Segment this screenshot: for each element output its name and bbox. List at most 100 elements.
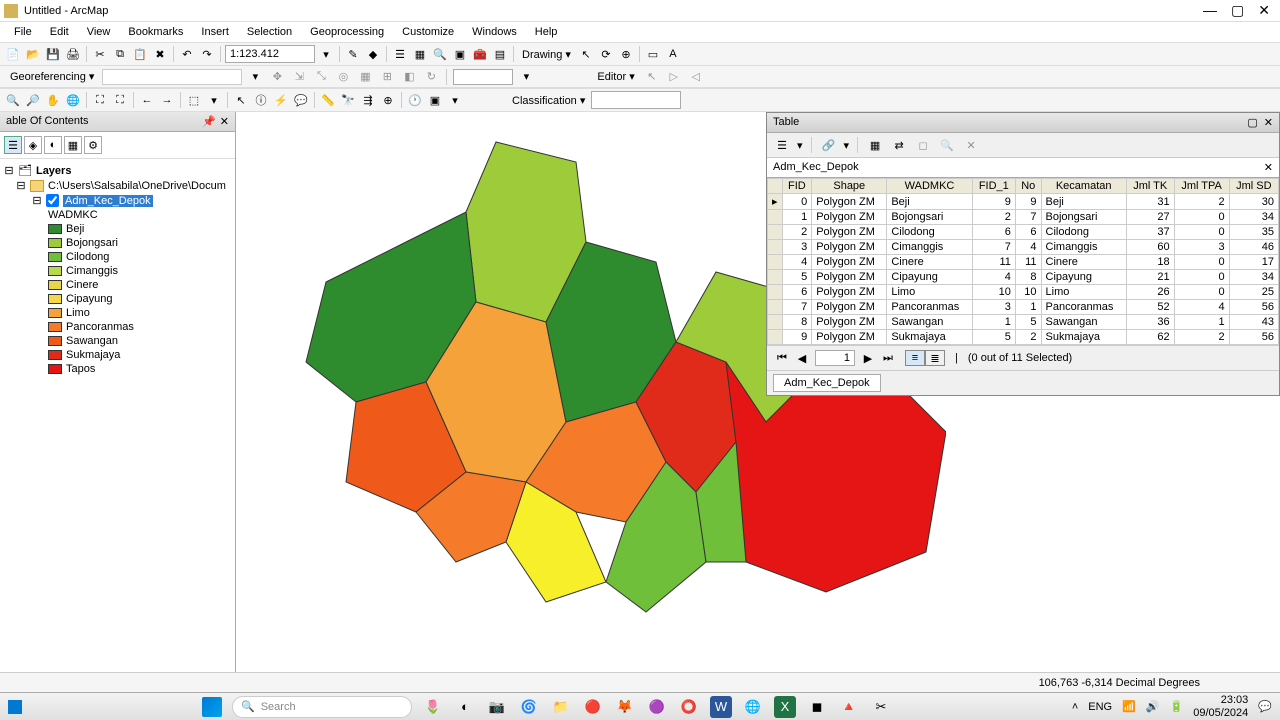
table-row[interactable]: 1Polygon ZMBojongsari27Bojongsari27034 — [768, 210, 1279, 225]
cell[interactable]: Cipayung — [887, 270, 972, 285]
cell[interactable]: Polygon ZM — [812, 270, 887, 285]
expand-icon[interactable]: ⊟ — [32, 194, 42, 207]
table-tab[interactable]: Adm_Kec_Depok — [773, 374, 881, 392]
cell[interactable]: Beji — [1041, 194, 1126, 210]
table-row[interactable]: 8Polygon ZMSawangan15Sawangan36143 — [768, 315, 1279, 330]
cell[interactable]: 9 — [1015, 194, 1041, 210]
table-row[interactable]: 4Polygon ZMCinere1111Cinere18017 — [768, 255, 1279, 270]
table-row[interactable]: 3Polygon ZMCimanggis74Cimanggis60346 — [768, 240, 1279, 255]
cell[interactable]: 31 — [1126, 194, 1174, 210]
cell[interactable]: 11 — [972, 255, 1015, 270]
task-explorer-icon[interactable]: 📁 — [550, 696, 572, 718]
column-header[interactable]: Kecamatan — [1041, 179, 1126, 194]
save-icon[interactable]: 💾 — [44, 45, 62, 63]
legend-item[interactable]: Sukmajaya — [4, 348, 231, 362]
legend-item[interactable]: Tapos — [4, 362, 231, 376]
toolbox-icon[interactable]: 🧰 — [471, 45, 489, 63]
expand-icon[interactable]: ⊟ — [4, 164, 14, 177]
cell[interactable]: 7 — [782, 300, 812, 315]
editor-toolbar-icon[interactable]: ✎ — [344, 45, 362, 63]
table-row[interactable]: 9Polygon ZMSukmajaya52Sukmajaya62256 — [768, 330, 1279, 345]
cell[interactable]: 10 — [1015, 285, 1041, 300]
drawing-menu[interactable]: Drawing ▾ — [518, 48, 575, 61]
row-selector[interactable] — [768, 270, 783, 285]
row-selector[interactable] — [768, 210, 783, 225]
viewer-icon[interactable]: ▣ — [426, 91, 444, 109]
cell[interactable]: Limo — [887, 285, 972, 300]
scale-dropdown-icon[interactable]: ▾ — [317, 45, 335, 63]
task-arcmap-icon[interactable]: 🌐 — [742, 696, 764, 718]
task-firefox-icon[interactable]: 🦊 — [614, 696, 636, 718]
cell[interactable]: 1 — [1015, 300, 1041, 315]
column-header[interactable]: Jml SD — [1229, 179, 1278, 194]
column-header[interactable]: Jml TK — [1126, 179, 1174, 194]
cut-icon[interactable]: ✂ — [91, 45, 109, 63]
cell[interactable]: 5 — [972, 330, 1015, 345]
toc-close-icon[interactable]: ✕ — [220, 115, 229, 128]
back-icon[interactable]: ← — [138, 91, 156, 109]
cell[interactable]: 6 — [782, 285, 812, 300]
rectangle-icon[interactable]: ▭ — [644, 45, 662, 63]
table-restore-icon[interactable]: ▢ — [1247, 116, 1257, 129]
new-icon[interactable]: 📄 — [4, 45, 22, 63]
cell[interactable]: Polygon ZM — [812, 240, 887, 255]
cell[interactable]: Sukmajaya — [1041, 330, 1126, 345]
cell[interactable]: Polygon ZM — [812, 210, 887, 225]
task-camera-icon[interactable]: 📷 — [486, 696, 508, 718]
cell[interactable]: 1 — [782, 210, 812, 225]
cell[interactable]: 4 — [1174, 300, 1229, 315]
cell[interactable]: Limo — [1041, 285, 1126, 300]
cell[interactable]: Cilodong — [887, 225, 972, 240]
row-selector[interactable] — [768, 285, 783, 300]
menu-customize[interactable]: Customize — [394, 24, 462, 40]
taskbar-search[interactable]: 🔍 Search — [232, 696, 412, 718]
cell[interactable]: 3 — [1174, 240, 1229, 255]
cell[interactable]: 27 — [1126, 210, 1174, 225]
legend-item[interactable]: Limo — [4, 306, 231, 320]
cell[interactable]: 30 — [1229, 194, 1278, 210]
classification-menu[interactable]: Classification ▾ — [508, 94, 589, 107]
legend-item[interactable]: Cilodong — [4, 250, 231, 264]
tray-chevron-icon[interactable]: ˄ — [1072, 701, 1078, 713]
cell[interactable]: 0 — [1174, 210, 1229, 225]
cell[interactable]: Cinere — [887, 255, 972, 270]
cell[interactable]: 0 — [1174, 225, 1229, 240]
cell[interactable]: 18 — [1126, 255, 1174, 270]
cell[interactable]: 6 — [1015, 225, 1041, 240]
toc-options-icon[interactable]: ⚙ — [84, 136, 102, 154]
cell[interactable]: 34 — [1229, 270, 1278, 285]
task-app-8-icon[interactable]: 🟣 — [646, 696, 668, 718]
zoom-in-icon[interactable]: 🔍 — [4, 91, 22, 109]
tree-layers-root[interactable]: ⊟ 🗂 Layers — [4, 163, 231, 178]
undo-icon[interactable]: ↶ — [178, 45, 196, 63]
menu-geoprocessing[interactable]: Geoprocessing — [302, 24, 392, 40]
cell[interactable]: 8 — [782, 315, 812, 330]
menu-file[interactable]: File — [6, 24, 40, 40]
cell[interactable]: Sawangan — [1041, 315, 1126, 330]
task-vlc-icon[interactable]: 🔺 — [838, 696, 860, 718]
georef-layer-input[interactable] — [102, 69, 242, 85]
menu-bookmarks[interactable]: Bookmarks — [120, 24, 191, 40]
menu-help[interactable]: Help — [527, 24, 566, 40]
tray-language[interactable]: ENG — [1088, 701, 1112, 713]
cell[interactable]: 37 — [1126, 225, 1174, 240]
tree-layer-node[interactable]: ⊟ Adm_Kec_Depok — [4, 193, 231, 208]
cell[interactable]: 2 — [1174, 330, 1229, 345]
cell[interactable]: 8 — [1015, 270, 1041, 285]
cell[interactable]: 9 — [782, 330, 812, 345]
legend-item[interactable]: Bojongsari — [4, 236, 231, 250]
table-row[interactable]: ▸0Polygon ZMBeji99Beji31230 — [768, 194, 1279, 210]
row-selector[interactable] — [768, 300, 783, 315]
legend-item[interactable]: Beji — [4, 222, 231, 236]
expand-icon[interactable]: ⊟ — [16, 179, 26, 192]
minimize-button[interactable]: — — [1203, 2, 1217, 19]
table-related-icon[interactable]: 🔗 — [820, 136, 838, 154]
rotate-icon[interactable]: ⟳ — [597, 45, 615, 63]
cell[interactable]: 1 — [972, 315, 1015, 330]
table-row[interactable]: 7Polygon ZMPancoranmas31Pancoranmas52456 — [768, 300, 1279, 315]
task-app-2-icon[interactable]: ◐ — [454, 696, 476, 718]
task-chrome2-icon[interactable]: ⭕ — [678, 696, 700, 718]
cell[interactable]: 36 — [1126, 315, 1174, 330]
cell[interactable]: 6 — [972, 225, 1015, 240]
cell[interactable]: Polygon ZM — [812, 315, 887, 330]
